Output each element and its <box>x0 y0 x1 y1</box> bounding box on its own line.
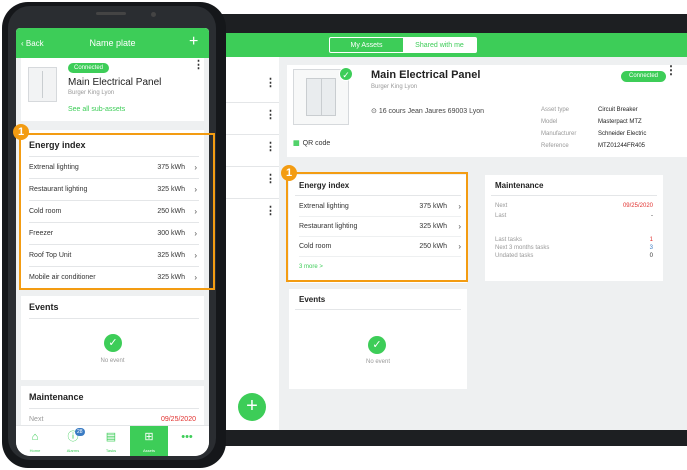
spec-value: MTZ01244FR405 <box>598 143 646 149</box>
tab-my-assets[interactable]: My Assets <box>330 38 403 52</box>
list-item[interactable]: ⋮ <box>221 135 279 167</box>
asset-header-card: Connected ⋮ Main Electrical Panel Burger… <box>21 58 204 121</box>
asset-header-card: ✓ ▦ QR code Main Electrical Panel Burger … <box>287 64 687 157</box>
spec-value: Schneider Electric <box>598 131 647 137</box>
asset-title: Main Electrical Panel <box>68 77 162 88</box>
events-title: Events <box>29 302 59 312</box>
asset-list-panel: ⋮ ⋮ ⋮ ⋮ ⋮ <box>221 57 279 430</box>
divider <box>29 318 199 319</box>
more-options-icon[interactable]: ⋮ <box>193 60 204 71</box>
maintenance-card: Maintenance Next 09/25/2020 Last - Last … <box>485 175 663 281</box>
alarm-count-badge: 28 <box>75 428 85 436</box>
location-icon: ⊙ <box>371 108 379 115</box>
list-item[interactable]: ⋮ <box>221 71 279 103</box>
add-button[interactable]: + <box>238 393 266 421</box>
no-event-text: No event <box>365 359 390 365</box>
page-title: Name plate <box>89 38 136 48</box>
asset-subtitle: Burger King Lyon <box>68 90 115 96</box>
divider <box>491 195 657 196</box>
add-button[interactable]: + <box>189 33 198 51</box>
next-label: Next <box>29 416 44 423</box>
divider <box>295 309 461 310</box>
events-card: Events ✓ No event <box>21 296 204 380</box>
asset-subtitle: Burger King Lyon <box>371 84 418 90</box>
check-icon: ✓ <box>104 334 122 352</box>
divider <box>29 408 199 409</box>
events-card: Events ✓ No event <box>289 289 467 389</box>
nav-home[interactable]: ⌂ Home <box>16 426 54 456</box>
undated-tasks-value: 0 <box>649 253 653 259</box>
last-tasks-value[interactable]: 1 <box>650 237 653 243</box>
list-item[interactable]: ⋮ <box>221 199 279 231</box>
spec-value: Masterpact MTZ <box>598 119 642 125</box>
maintenance-title: Maintenance <box>495 181 544 190</box>
events-title: Events <box>299 295 326 304</box>
last-tasks-label: Last tasks <box>495 237 523 243</box>
spec-label: Reference <box>541 143 569 149</box>
assets-segmented-control: My Assets Shared with me <box>329 37 477 53</box>
check-icon: ✓ <box>368 336 386 354</box>
asset-address: ⊙ 16 cours Jean Jaures 69003 Lyon <box>371 108 485 115</box>
see-all-sub-assets-link[interactable]: See all sub-assets <box>68 106 125 113</box>
callout-highlight <box>19 133 215 290</box>
more-options-icon[interactable]: ⋮ <box>265 78 276 89</box>
callout-number: 1 <box>281 165 297 181</box>
spec-value: Circuit Breaker <box>598 107 638 113</box>
nav-label: Home <box>29 448 41 453</box>
callout-number: 1 <box>13 124 29 140</box>
tab-shared-with-me[interactable]: Shared with me <box>403 38 476 52</box>
asset-title: Main Electrical Panel <box>371 69 481 81</box>
tablet-top-bar: My Assets Shared with me <box>221 33 687 57</box>
no-event-text: No event <box>100 358 125 364</box>
undated-tasks-label: Undated tasks <box>495 253 534 259</box>
next-value: 09/25/2020 <box>160 416 196 423</box>
nav-alarms[interactable]: ⓘ 28 Alarms <box>54 426 92 456</box>
nav-label: Alarms <box>66 448 80 453</box>
maintenance-title: Maintenance <box>29 392 84 402</box>
spec-label: Manufacturer <box>541 131 577 137</box>
more-options-icon[interactable]: ⋮ <box>265 110 276 121</box>
callout-highlight <box>286 172 468 282</box>
asset-image <box>28 67 57 102</box>
assets-icon: ⊞ <box>144 431 154 443</box>
phone-camera <box>151 12 156 17</box>
last-label: Last <box>495 213 507 219</box>
status-badge: Connected <box>621 71 667 82</box>
phone-top-bar: ‹ Back Name plate + <box>16 28 209 58</box>
next-label: Next <box>495 203 508 209</box>
spec-label: Model <box>541 119 558 125</box>
phone-speaker <box>96 12 126 15</box>
status-badge: Connected <box>68 63 110 73</box>
qr-code-icon: ▦ <box>293 140 300 147</box>
more-icon: ••• <box>181 431 193 443</box>
nav-more[interactable]: ••• <box>168 426 206 456</box>
next-3-months-label: Next 3 months tasks <box>495 245 550 251</box>
next-3-months-value[interactable]: 3 <box>650 245 653 251</box>
home-icon: ⌂ <box>31 431 39 443</box>
spec-label: Asset type <box>541 107 570 113</box>
more-options-icon[interactable]: ⋮ <box>265 142 276 153</box>
more-options-icon[interactable]: ⋮ <box>265 206 276 217</box>
bottom-nav: ⌂ Home ⓘ 28 Alarms ▤ Tasks ⊞ Assets ••• <box>16 425 209 456</box>
nav-label: Tasks <box>105 448 117 453</box>
tasks-icon: ▤ <box>105 431 117 443</box>
qr-code-button[interactable]: ▦ QR code <box>293 139 330 147</box>
connected-check-icon: ✓ <box>339 67 353 81</box>
more-options-icon[interactable]: ⋮ <box>665 64 677 76</box>
more-options-icon[interactable]: ⋮ <box>265 174 276 185</box>
list-item[interactable]: ⋮ <box>221 103 279 135</box>
nav-label: Assets <box>142 448 155 453</box>
next-value: 09/25/2020 <box>622 203 653 209</box>
last-value: - <box>651 213 653 219</box>
nav-assets[interactable]: ⊞ Assets <box>130 426 168 456</box>
nav-tasks[interactable]: ▤ Tasks <box>92 426 130 456</box>
list-item[interactable]: ⋮ <box>221 167 279 199</box>
